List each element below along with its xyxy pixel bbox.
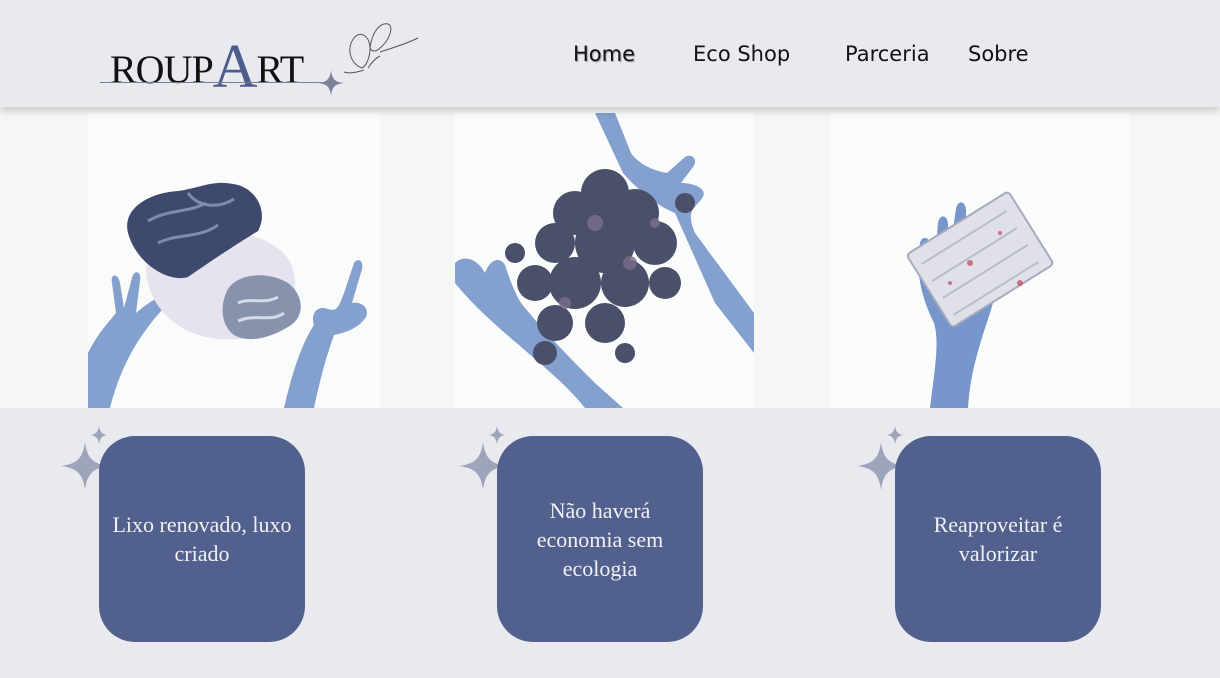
quote-card-text: Reaproveitar é valorizar — [933, 512, 1063, 566]
fibers-illustration — [455, 113, 754, 408]
nav-home[interactable]: Home — [573, 42, 635, 66]
gallery-image-fabric — [88, 113, 380, 408]
main-nav: Home Eco Shop Parceria Sobre — [0, 42, 1220, 72]
gallery-band — [0, 107, 1220, 408]
site-header: ROUPART Home Eco Shop Parceria Sobre — [0, 0, 1220, 107]
quote-card: Não haverá economia sem ecologia — [497, 436, 703, 642]
gallery-image-fibers — [455, 113, 754, 408]
logo-underline — [100, 82, 335, 83]
nav-eco-shop[interactable]: Eco Shop — [693, 42, 790, 66]
block-illustration — [830, 113, 1130, 408]
gallery-image-block — [830, 113, 1130, 408]
quote-card: Lixo renovado, luxo criado — [99, 436, 305, 642]
nav-parceria[interactable]: Parceria — [845, 42, 930, 66]
fabric-illustration — [88, 113, 380, 408]
quote-card: Reaproveitar é valorizar — [895, 436, 1101, 642]
quote-card-text: Lixo renovado, luxo criado — [112, 512, 292, 566]
quote-card-text: Não haverá economia sem ecologia — [536, 497, 664, 581]
nav-sobre[interactable]: Sobre — [968, 42, 1029, 66]
